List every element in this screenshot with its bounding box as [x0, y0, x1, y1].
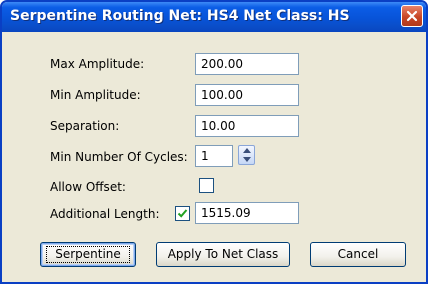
apply-to-net-class-button[interactable]: Apply To Net Class [156, 242, 290, 267]
separation-label: Separation: [50, 119, 120, 133]
cancel-button[interactable]: Cancel [310, 242, 406, 267]
allow-offset-checkbox[interactable] [199, 178, 214, 193]
min-cycles-field[interactable]: 1 [195, 145, 233, 167]
focus-indicator [46, 246, 130, 263]
check-icon [177, 209, 188, 218]
max-amplitude-label: Max Amplitude: [50, 57, 145, 71]
spin-down-icon [243, 157, 251, 162]
allow-offset-label: Allow Offset: [50, 180, 126, 194]
min-amplitude-label: Min Amplitude: [50, 88, 141, 102]
close-icon [406, 10, 418, 22]
separation-field[interactable]: 10.00 [195, 115, 299, 137]
min-amplitude-field[interactable]: 100.00 [195, 84, 299, 106]
min-cycles-label: Min Number Of Cycles: [50, 150, 188, 164]
serpentine-button[interactable]: Serpentine [40, 242, 136, 267]
cancel-button-label: Cancel [337, 247, 379, 261]
additional-length-checkbox[interactable] [175, 206, 190, 221]
title-bar[interactable]: Serpentine Routing Net: HS4 Net Class: H… [2, 2, 426, 32]
dialog-title: Serpentine Routing Net: HS4 Net Class: H… [10, 8, 350, 24]
dialog-window: Serpentine Routing Net: HS4 Net Class: H… [0, 0, 428, 284]
spin-up-icon [243, 148, 251, 153]
additional-length-label: Additional Length: [50, 207, 160, 221]
additional-length-field[interactable]: 1515.09 [195, 202, 299, 224]
min-cycles-spinner[interactable] [238, 145, 255, 165]
close-button[interactable] [401, 5, 423, 27]
apply-to-net-class-button-label: Apply To Net Class [167, 247, 279, 261]
max-amplitude-field[interactable]: 200.00 [195, 53, 299, 75]
spin-down-button[interactable] [239, 155, 254, 164]
spin-up-button[interactable] [239, 146, 254, 155]
